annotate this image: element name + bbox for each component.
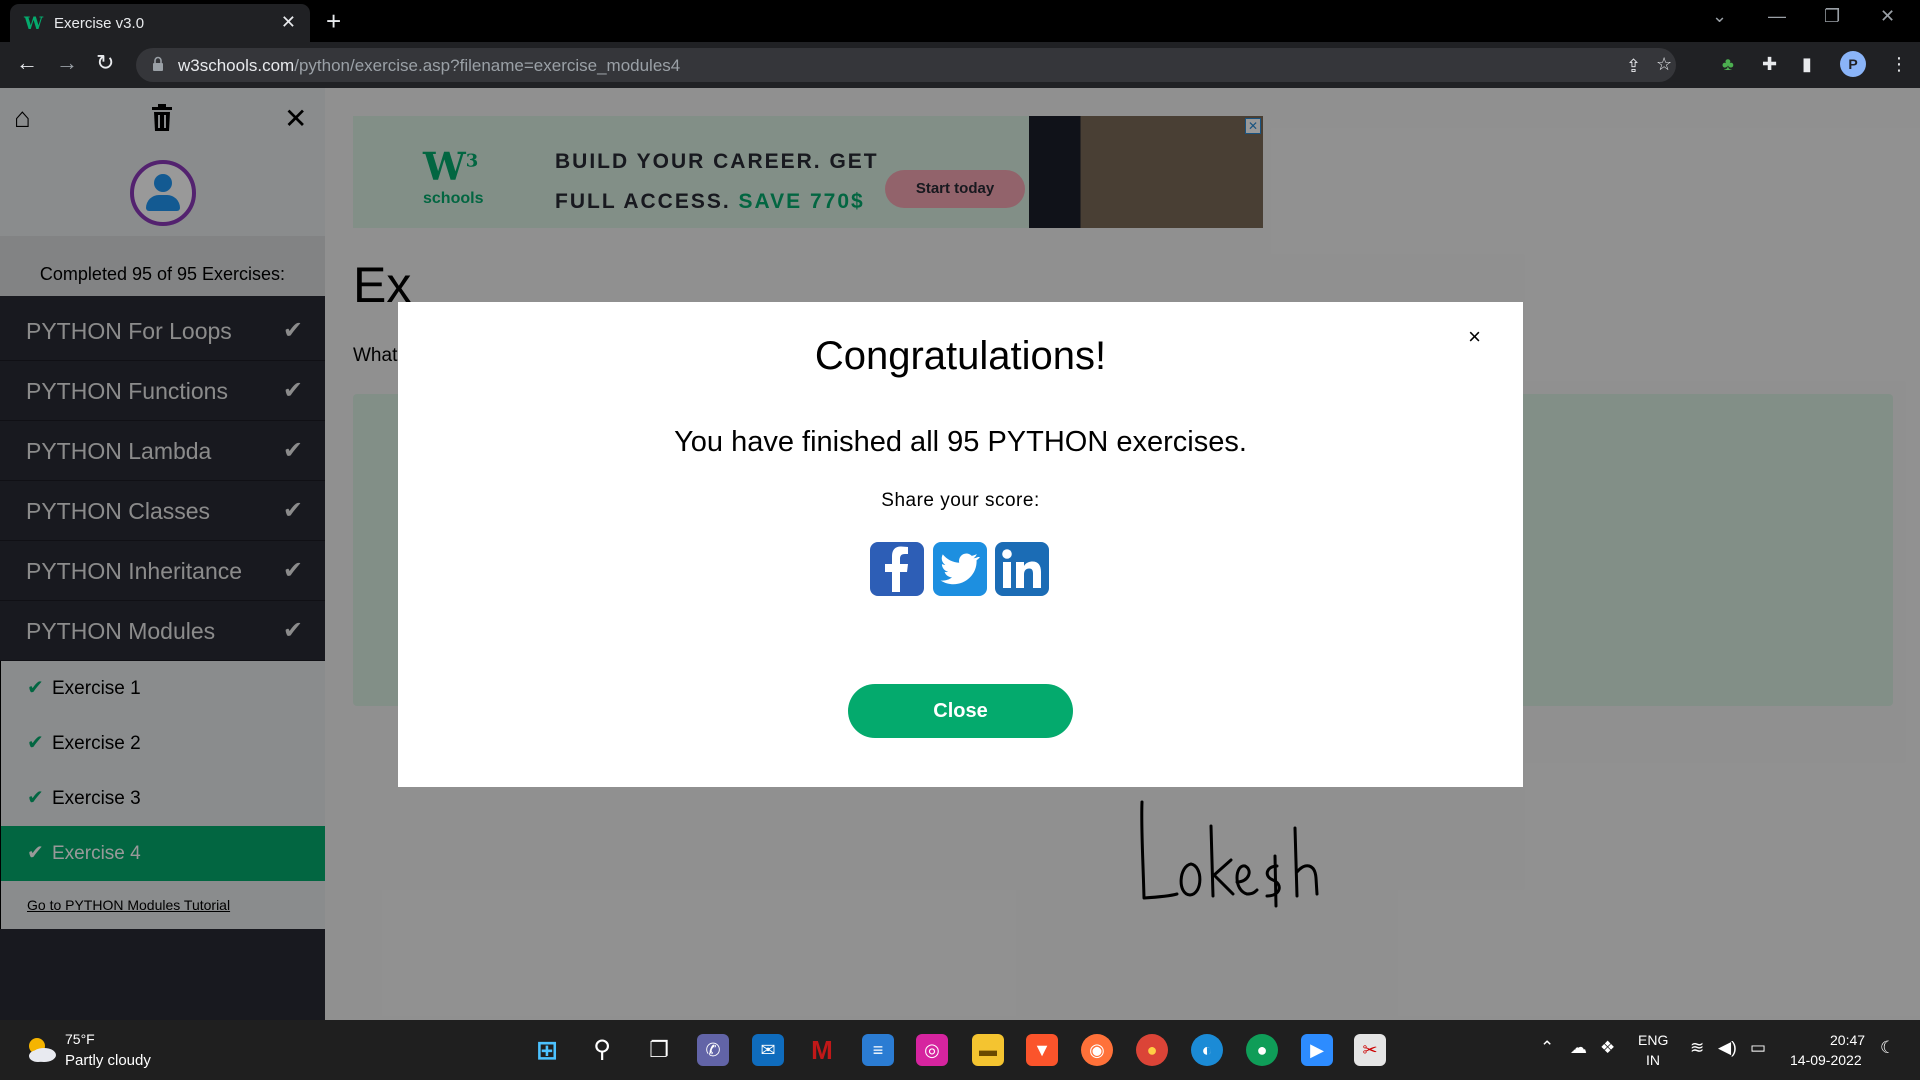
lock-icon — [153, 56, 163, 71]
snipping-tool-icon[interactable]: ✂ — [1354, 1034, 1386, 1066]
congratulations-modal: × Congratulations! You have finished all… — [398, 302, 1523, 787]
profile-avatar[interactable]: P — [1840, 51, 1866, 77]
notepad-icon[interactable]: ≡ — [862, 1034, 894, 1066]
page-content: ⌂ ✕ Completed 95 of 95 Exercises: PYTHON… — [0, 88, 1920, 1020]
share-label: Share your score: — [881, 490, 1040, 511]
volume-icon[interactable]: ◀) — [1718, 1038, 1737, 1058]
language-region[interactable]: IN — [1646, 1052, 1660, 1068]
twitter-glyph — [940, 553, 980, 585]
edge-icon[interactable]: ◐ — [1191, 1034, 1223, 1066]
dropbox-icon[interactable]: ❖ — [1600, 1038, 1615, 1058]
tab-title: Exercise v3.0 — [54, 15, 145, 32]
battery-icon[interactable]: ▭ — [1750, 1038, 1766, 1058]
notifications-moon-icon[interactable]: ☾ — [1880, 1038, 1895, 1058]
window-close-icon[interactable]: ✕ — [1880, 6, 1895, 27]
close-button[interactable]: Close — [848, 684, 1073, 738]
mcafee-icon[interactable]: M — [806, 1034, 838, 1066]
extension-tree-icon[interactable]: ♣ — [1722, 54, 1734, 75]
browser-toolbar: ← → ↻ w3schools.com/python/exercise.asp?… — [0, 42, 1920, 88]
zoom-icon[interactable]: ▶ — [1301, 1034, 1333, 1066]
share-icon[interactable]: ⇪ — [1626, 56, 1641, 77]
w3schools-favicon-icon: W — [24, 14, 44, 34]
side-panel-icon[interactable]: ▮ — [1802, 54, 1812, 75]
file-explorer-icon[interactable]: ▬ — [972, 1034, 1004, 1066]
new-tab-icon[interactable]: + — [326, 6, 341, 37]
twitter-share-icon[interactable] — [933, 542, 987, 596]
bookmark-star-icon[interactable]: ☆ — [1656, 54, 1672, 75]
restore-icon[interactable]: ❐ — [1824, 6, 1840, 27]
task-view-icon[interactable]: ❐ — [643, 1034, 675, 1066]
instagram-icon[interactable]: ◎ — [916, 1034, 948, 1066]
weather-temperature[interactable]: 75°F — [65, 1031, 95, 1047]
facebook-glyph — [885, 546, 908, 592]
wifi-icon[interactable]: ≋ — [1690, 1038, 1704, 1058]
chrome-profile-icon[interactable]: ● — [1246, 1034, 1278, 1066]
partly-cloudy-icon[interactable] — [24, 1034, 58, 1064]
mail-icon[interactable]: ✉ — [752, 1034, 784, 1066]
forward-icon[interactable]: → — [56, 50, 78, 76]
url-path: /python/exercise.asp?filename=exercise_m… — [294, 56, 681, 75]
tray-chevron-icon[interactable]: ⌃ — [1540, 1038, 1554, 1058]
modal-message: You have finished all 95 PYTHON exercise… — [674, 426, 1247, 458]
teams-chat-icon[interactable]: ✆ — [697, 1034, 729, 1066]
firefox-icon[interactable]: ◉ — [1081, 1034, 1113, 1066]
address-bar[interactable]: w3schools.com/python/exercise.asp?filena… — [136, 48, 1676, 82]
menu-dots-icon[interactable]: ⋮ — [1890, 54, 1908, 75]
modal-title: Congratulations! — [814, 334, 1107, 378]
linkedin-glyph — [1002, 549, 1041, 588]
url-host: w3schools.com — [178, 56, 295, 75]
url-text: w3schools.com/python/exercise.asp?filena… — [178, 56, 680, 76]
windows-start-icon[interactable]: ⊞ — [531, 1034, 563, 1066]
chrome-icon[interactable]: ● — [1136, 1034, 1168, 1066]
brave-icon[interactable]: ▼ — [1026, 1034, 1058, 1066]
reload-icon[interactable]: ↻ — [96, 50, 114, 76]
language-code[interactable]: ENG — [1638, 1032, 1668, 1048]
onedrive-icon[interactable]: ☁ — [1570, 1038, 1587, 1058]
browser-tab-bar: W Exercise v3.0 ✕ + ⌄ — ❐ ✕ — [0, 0, 1920, 42]
back-icon[interactable]: ← — [16, 50, 38, 76]
weather-description[interactable]: Partly cloudy — [65, 1052, 151, 1069]
handwritten-signature — [1140, 800, 1319, 908]
facebook-share-icon[interactable] — [870, 542, 924, 596]
clock-time[interactable]: 20:47 — [1830, 1032, 1865, 1048]
tab-close-icon[interactable]: ✕ — [281, 12, 296, 33]
linkedin-share-icon[interactable] — [995, 542, 1049, 596]
clock-date[interactable]: 14-09-2022 — [1790, 1052, 1862, 1068]
windows-taskbar: 75°F Partly cloudy ⊞ ⚲ ❐ ✆ ✉ M ≡ ◎ ▬ ▼ ◉… — [0, 1020, 1920, 1080]
tab-search-icon[interactable]: ⌄ — [1712, 6, 1727, 27]
search-icon[interactable]: ⚲ — [586, 1034, 618, 1066]
extensions-puzzle-icon[interactable]: ✚ — [1762, 54, 1777, 75]
browser-tab[interactable]: W Exercise v3.0 ✕ — [10, 4, 310, 42]
minimize-icon[interactable]: — — [1768, 6, 1786, 27]
